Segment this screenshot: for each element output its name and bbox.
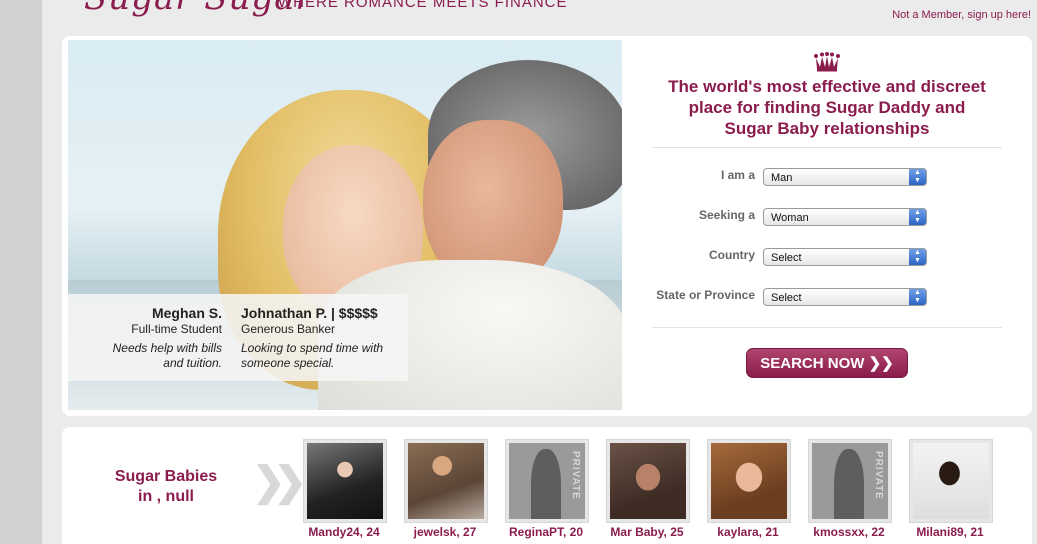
select-arrows-icon: ▲ ▼: [909, 169, 926, 185]
private-photo-placeholder: PRIVATE: [509, 443, 585, 519]
profile-name-7[interactable]: Milani89, 21: [900, 525, 1000, 539]
double-chevron-icon: ❯❯: [252, 460, 307, 504]
profile-name-2[interactable]: jewelsk, 27: [395, 525, 495, 539]
caption-member-right: Johnathan P. | $$$$$ Generous Banker Loo…: [241, 305, 384, 371]
profile-thumb-4[interactable]: [606, 439, 690, 523]
caption-member-left: Meghan S. Full-time Student Needs help w…: [112, 305, 222, 371]
seeking-select[interactable]: Woman ▲ ▼: [763, 208, 927, 226]
state-select[interactable]: Select ▲ ▼: [763, 288, 927, 306]
profile-thumb-2[interactable]: [404, 439, 488, 523]
profile-name-5[interactable]: kaylara, 21: [698, 525, 798, 539]
seeking-label: Seeking a: [698, 208, 755, 222]
profile-thumb-6[interactable]: PRIVATE: [808, 439, 892, 523]
divider-bottom: [652, 327, 1002, 328]
state-label: State or Province: [656, 288, 755, 302]
select-arrows-icon: ▲ ▼: [909, 289, 926, 305]
i-am-select[interactable]: Man ▲ ▼: [763, 168, 927, 186]
profile-thumb-1[interactable]: [303, 439, 387, 523]
select-arrows-icon: ▲ ▼: [909, 249, 926, 265]
i-am-label: I am a: [720, 168, 755, 182]
signup-link[interactable]: Not a Member, sign up here!: [892, 9, 1031, 21]
hero-caption: Meghan S. Full-time Student Needs help w…: [68, 294, 408, 381]
profile-name-4[interactable]: Mar Baby, 25: [597, 525, 697, 539]
profile-name-1[interactable]: Mandy24, 24: [294, 525, 394, 539]
search-now-button[interactable]: SEARCH NOW ❯❯: [746, 348, 908, 378]
left-margin: [0, 0, 42, 544]
search-headline: The world's most effective and discreet …: [668, 77, 986, 138]
profile-thumb-7[interactable]: [909, 439, 993, 523]
sugar-babies-title: Sugar Babies in , null: [114, 468, 218, 505]
site-tagline: WHERE ROMANCE MEETS FINANCE: [278, 0, 568, 11]
profile-name-6[interactable]: kmossxx, 22: [799, 525, 899, 539]
country-select[interactable]: Select ▲ ▼: [763, 248, 927, 266]
profile-thumb-3[interactable]: PRIVATE: [505, 439, 589, 523]
select-arrows-icon: ▲ ▼: [909, 209, 926, 225]
crown-icon: [814, 52, 840, 72]
divider-top: [652, 147, 1002, 148]
country-label: Country: [709, 248, 755, 262]
profile-thumb-5[interactable]: [707, 439, 791, 523]
private-photo-placeholder: PRIVATE: [812, 443, 888, 519]
profile-name-3[interactable]: ReginaPT, 20: [496, 525, 596, 539]
